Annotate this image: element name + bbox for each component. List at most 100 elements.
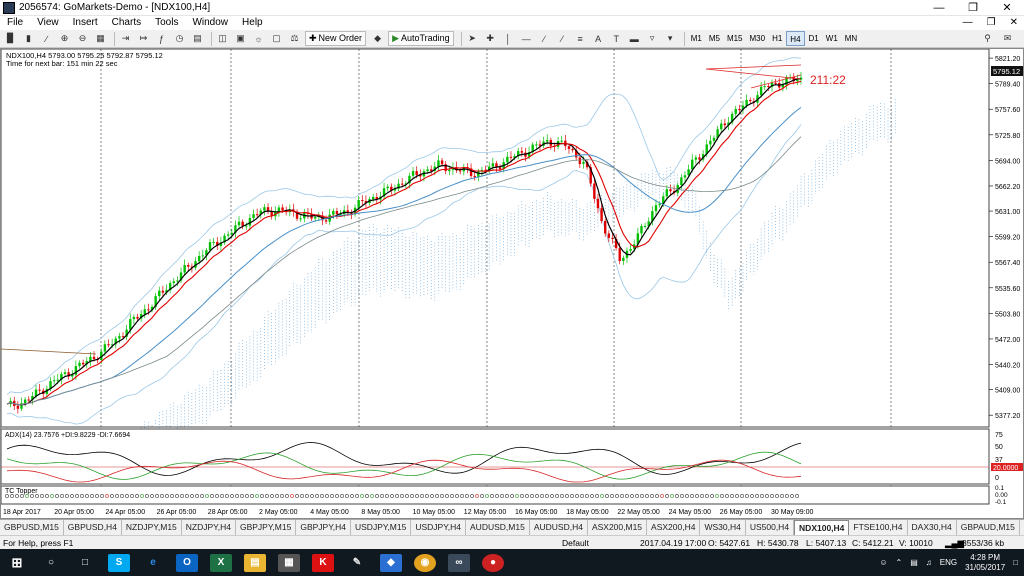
candle-body	[183, 265, 186, 273]
alert-app-icon[interactable]: ●	[482, 553, 504, 572]
tf-m30[interactable]: M30	[747, 31, 769, 46]
tf-w1[interactable]: W1	[823, 31, 841, 46]
indicators-icon[interactable]: ƒ	[154, 31, 169, 46]
chat-icon[interactable]: ✉	[1000, 31, 1015, 46]
symbol-tab[interactable]: NZDJPY,H4	[182, 520, 236, 535]
file-explorer-icon[interactable]: ▤	[244, 553, 266, 572]
edge-icon[interactable]: e	[142, 554, 164, 572]
tray-language[interactable]: ENG	[940, 558, 957, 567]
symbol-tab[interactable]: NDX100,H4	[794, 519, 850, 536]
tf-h1[interactable]: H1	[769, 31, 785, 46]
vertical-line-icon[interactable]: │	[501, 31, 516, 46]
menu-charts[interactable]: Charts	[105, 16, 148, 30]
more-tools-icon[interactable]: ▾	[663, 31, 678, 46]
market-watch-icon[interactable]: ◫	[215, 31, 230, 46]
menu-tools[interactable]: Tools	[148, 16, 185, 30]
child-restore-button[interactable]: ❐	[987, 16, 996, 30]
zoom-in-icon[interactable]: ⊕	[57, 31, 72, 46]
text-icon[interactable]: A	[591, 31, 606, 46]
trendline-icon[interactable]: ∕	[537, 31, 552, 46]
periods-icon[interactable]: ◷	[172, 31, 187, 46]
symbol-tab[interactable]: NZDJPY,M15	[122, 520, 182, 535]
child-minimize-button[interactable]: —	[963, 16, 973, 30]
autoscroll-icon[interactable]: ⇥	[118, 31, 133, 46]
taskbar-clock[interactable]: 4:28 PM 31/05/2017	[965, 553, 1005, 573]
metatrader-icon[interactable]: ∞	[448, 553, 470, 572]
symbol-tab[interactable]: FTSE100,H4	[849, 520, 908, 535]
cursor-icon[interactable]: ➤	[465, 31, 480, 46]
tf-mn[interactable]: MN	[842, 31, 860, 46]
symbol-tab[interactable]: GBPUSD,M15	[0, 520, 64, 535]
symbol-tab[interactable]: GBPJPY,H4	[296, 520, 351, 535]
task-view-icon[interactable]: □	[74, 554, 96, 572]
tf-d1[interactable]: D1	[806, 31, 822, 46]
search-taskbar-icon[interactable]: ○	[40, 554, 62, 572]
tf-m15[interactable]: M15	[724, 31, 746, 46]
symbol-tab[interactable]: AUDUSD,H4	[530, 520, 588, 535]
crosshair-icon[interactable]: ✚	[483, 31, 498, 46]
tray-arrow-icon[interactable]: ⌃	[896, 558, 903, 567]
symbol-tab[interactable]: AUDUSD,M15	[466, 520, 530, 535]
symbol-tab[interactable]: DAX30,H4	[908, 520, 957, 535]
excel-icon[interactable]: X	[210, 553, 232, 572]
adx-tick-label: 75	[995, 432, 1003, 439]
chart-shift-icon[interactable]: ↦	[136, 31, 151, 46]
k-app-icon[interactable]: K	[312, 553, 334, 572]
symbol-tab[interactable]: USDJPY,M15	[351, 520, 412, 535]
chart-window[interactable]: NDX100,H4 5793.00 5795.25 5792.87 5795.1…	[0, 48, 1024, 519]
menu-window[interactable]: Window	[185, 16, 235, 30]
menu-file[interactable]: File	[0, 16, 30, 30]
templates-icon[interactable]: ▤	[190, 31, 205, 46]
shield-icon[interactable]: ◆	[380, 553, 402, 572]
menu-help[interactable]: Help	[235, 16, 270, 30]
symbol-tab[interactable]: GBPJPY,M15	[236, 520, 297, 535]
windows-start-icon[interactable]: ⊞	[6, 554, 28, 572]
minimize-button[interactable]: —	[922, 0, 956, 16]
chrome-icon[interactable]: ◉	[414, 553, 436, 572]
zoom-out-icon[interactable]: ⊖	[75, 31, 90, 46]
data-window-icon[interactable]: ▣	[233, 31, 248, 46]
fibonacci-icon[interactable]: ≡	[573, 31, 588, 46]
outlook-icon[interactable]: O	[176, 553, 198, 572]
menu-insert[interactable]: Insert	[66, 16, 105, 30]
child-close-button[interactable]: ✕	[1010, 16, 1018, 30]
tf-m1[interactable]: M1	[688, 31, 705, 46]
bar-chart-icon[interactable]: ▉	[3, 31, 18, 46]
menu-view[interactable]: View	[30, 16, 66, 30]
autotrading-button[interactable]: ▶ AutoTrading	[388, 31, 454, 46]
close-button[interactable]: ✕	[990, 0, 1024, 16]
line-chart-icon[interactable]: ∕	[39, 31, 54, 46]
tf-m5[interactable]: M5	[706, 31, 723, 46]
chart-canvas[interactable]: NDX100,H4 5793.00 5795.25 5792.87 5795.1…	[0, 48, 1023, 518]
symbol-tab[interactable]: WS30,H4	[700, 520, 746, 535]
symbol-tab[interactable]: ASX200,H4	[647, 520, 701, 535]
tray-volume-icon[interactable]: ♫	[926, 558, 932, 567]
new-order-button[interactable]: ✚ New Order	[305, 31, 367, 46]
notification-icon[interactable]: □	[1013, 558, 1018, 567]
horizontal-line-icon[interactable]: —	[519, 31, 534, 46]
calculator-icon[interactable]: ▦	[278, 553, 300, 572]
tile-windows-icon[interactable]: ▦	[93, 31, 108, 46]
channel-icon[interactable]: ⁄	[555, 31, 570, 46]
strategy-tester-icon[interactable]: ⚖	[287, 31, 302, 46]
candle-chart-icon[interactable]: ▮	[21, 31, 36, 46]
terminal-icon[interactable]: ▢	[269, 31, 284, 46]
symbol-tab[interactable]: US500,H4	[746, 520, 795, 535]
symbol-tab[interactable]: USDJPY,H4	[411, 520, 467, 535]
shapes-icon[interactable]: ▬	[627, 31, 642, 46]
candle-body	[132, 316, 136, 320]
arrows-icon[interactable]: ▿	[645, 31, 660, 46]
navigator-icon[interactable]: ☼	[251, 31, 266, 46]
paint-icon[interactable]: ✎	[346, 554, 368, 572]
label-icon[interactable]: T	[609, 31, 624, 46]
skype-icon[interactable]: S	[108, 553, 130, 572]
tf-h4[interactable]: H4	[786, 31, 805, 46]
symbol-tab[interactable]: GBPUSD,H4	[64, 520, 122, 535]
maximize-button[interactable]: ❐	[956, 0, 990, 16]
tray-wifi-icon[interactable]: ▤	[910, 558, 918, 567]
symbol-tab[interactable]: GBPAUD,M15	[957, 520, 1020, 535]
meta-editor-icon[interactable]: ◆	[370, 31, 385, 46]
tray-people-icon[interactable]: ☺	[879, 558, 887, 567]
symbol-tab[interactable]: ASX200,M15	[588, 520, 648, 535]
search-icon[interactable]: ⚲	[980, 31, 995, 46]
